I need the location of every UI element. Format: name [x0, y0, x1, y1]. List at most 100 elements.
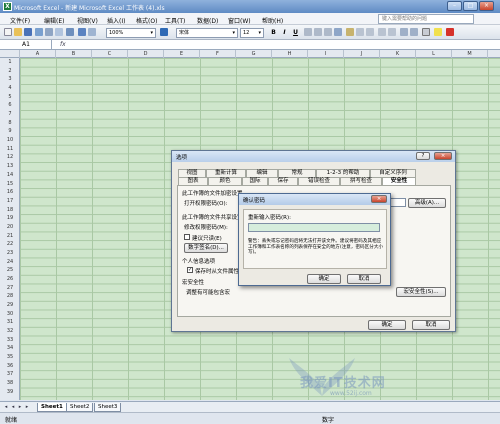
font-size-select[interactable]: 12 ▾	[240, 28, 264, 38]
tab-chart[interactable]: 图表	[178, 177, 208, 185]
row-header[interactable]: 24	[0, 258, 20, 267]
outdent-icon[interactable]	[400, 28, 408, 36]
menu-tools[interactable]: 工具(T)	[165, 16, 185, 25]
formula-bar[interactable]	[0, 40, 500, 50]
undo-icon[interactable]	[78, 28, 86, 36]
row-header[interactable]: 28	[0, 292, 20, 301]
align-center-icon[interactable]	[314, 28, 322, 36]
bold-button[interactable]: B	[269, 28, 278, 37]
column-header[interactable]: H	[272, 50, 308, 58]
row-header[interactable]: 31	[0, 318, 20, 327]
font-color-icon[interactable]	[446, 28, 454, 36]
name-box[interactable]: A1	[0, 40, 52, 50]
sheet-tab-sheet1[interactable]: Sheet1	[37, 403, 67, 412]
fx-icon[interactable]: fx	[60, 41, 66, 48]
menu-file[interactable]: 文件(F)	[10, 16, 30, 25]
digital-signature-button[interactable]: 数字签名(D)...	[184, 243, 228, 253]
tab-calculation[interactable]: 重新计算	[206, 169, 246, 177]
underline-button[interactable]: U	[291, 28, 300, 37]
column-header[interactable]: B	[56, 50, 92, 58]
row-header[interactable]: 17	[0, 197, 20, 206]
row-header[interactable]: 29	[0, 301, 20, 310]
row-header[interactable]: 23	[0, 249, 20, 258]
prev-sheet-icon[interactable]: ◂	[10, 404, 16, 410]
currency-icon[interactable]	[346, 28, 354, 36]
advanced-button[interactable]: 高级(A)...	[408, 198, 446, 208]
column-header[interactable]: F	[200, 50, 236, 58]
save-icon[interactable]	[24, 28, 32, 36]
row-header[interactable]: 11	[0, 145, 20, 154]
tab-general[interactable]: 常规	[278, 169, 316, 177]
row-header[interactable]: 35	[0, 353, 20, 362]
ok-button[interactable]: 确定	[368, 320, 406, 330]
row-header[interactable]: 19	[0, 214, 20, 223]
column-header[interactable]: A	[20, 50, 56, 58]
menu-edit[interactable]: 编辑(E)	[44, 16, 64, 25]
column-header[interactable]: G	[236, 50, 272, 58]
row-header[interactable]: 30	[0, 310, 20, 319]
row-header[interactable]: 8	[0, 119, 20, 128]
sheet-tab-sheet2[interactable]: Sheet2	[66, 403, 94, 412]
row-header[interactable]: 27	[0, 284, 20, 293]
menu-window[interactable]: 窗口(W)	[228, 16, 251, 25]
close-icon[interactable]: ×	[371, 195, 387, 203]
row-header[interactable]: 5	[0, 93, 20, 102]
tab-transition[interactable]: 1-2-3 的帮助	[316, 169, 370, 177]
spelling-icon[interactable]	[66, 28, 74, 36]
row-header[interactable]: 18	[0, 206, 20, 215]
help-icon[interactable]	[160, 28, 168, 36]
row-header[interactable]: 7	[0, 110, 20, 119]
print-icon[interactable]	[45, 28, 53, 36]
row-header[interactable]: 25	[0, 266, 20, 275]
row-header[interactable]: 26	[0, 275, 20, 284]
column-header[interactable]: J	[344, 50, 380, 58]
menu-format[interactable]: 格式(O)	[136, 16, 157, 25]
row-header[interactable]: 33	[0, 336, 20, 345]
macro-security-button[interactable]: 宏安全性(S)...	[396, 287, 446, 297]
font-select[interactable]: 宋体 ▾	[176, 28, 238, 38]
row-header[interactable]: 4	[0, 84, 20, 93]
row-header[interactable]: 38	[0, 379, 20, 388]
close-icon[interactable]: ×	[434, 152, 452, 160]
row-header[interactable]: 34	[0, 344, 20, 353]
select-all-corner[interactable]	[0, 50, 20, 58]
tab-color[interactable]: 颜色	[208, 177, 242, 185]
row-header[interactable]: 32	[0, 327, 20, 336]
tab-error-checking[interactable]: 错误检查	[298, 177, 340, 185]
privacy-checkbox[interactable]: ✓	[187, 267, 193, 273]
preview-icon[interactable]	[55, 28, 63, 36]
italic-button[interactable]: I	[280, 28, 289, 37]
confirm-cancel-button[interactable]: 取消	[347, 274, 381, 284]
menu-view[interactable]: 视图(V)	[77, 16, 98, 25]
row-header[interactable]: 2	[0, 67, 20, 76]
zoom-select[interactable]: 100% ▾	[106, 28, 156, 38]
tab-spelling[interactable]: 拼写检查	[340, 177, 382, 185]
row-header[interactable]: 36	[0, 362, 20, 371]
new-icon[interactable]	[4, 28, 12, 36]
align-left-icon[interactable]	[304, 28, 312, 36]
column-header[interactable]: E	[164, 50, 200, 58]
redo-icon[interactable]	[88, 28, 96, 36]
maximize-button[interactable]: □	[463, 1, 478, 11]
minimize-button[interactable]: –	[447, 1, 462, 11]
row-header[interactable]: 20	[0, 223, 20, 232]
confirm-ok-button[interactable]: 确定	[307, 274, 341, 284]
merge-center-icon[interactable]	[334, 28, 342, 36]
tab-international[interactable]: 国际	[242, 177, 268, 185]
tab-edit[interactable]: 编辑	[246, 169, 278, 177]
row-header[interactable]: 16	[0, 188, 20, 197]
column-header[interactable]: C	[92, 50, 128, 58]
align-right-icon[interactable]	[324, 28, 332, 36]
row-header[interactable]: 6	[0, 101, 20, 110]
tab-save[interactable]: 保存	[268, 177, 298, 185]
row-header[interactable]: 21	[0, 232, 20, 241]
tab-view[interactable]: 视图	[178, 169, 206, 177]
row-header[interactable]: 37	[0, 370, 20, 379]
column-header[interactable]: K	[380, 50, 416, 58]
tab-security[interactable]: 安全性	[382, 177, 416, 185]
comma-icon[interactable]	[366, 28, 374, 36]
sheet-tab-sheet3[interactable]: Sheet3	[94, 403, 122, 412]
last-sheet-icon[interactable]: ▸	[24, 404, 30, 410]
percent-icon[interactable]	[356, 28, 364, 36]
row-header[interactable]: 22	[0, 240, 20, 249]
